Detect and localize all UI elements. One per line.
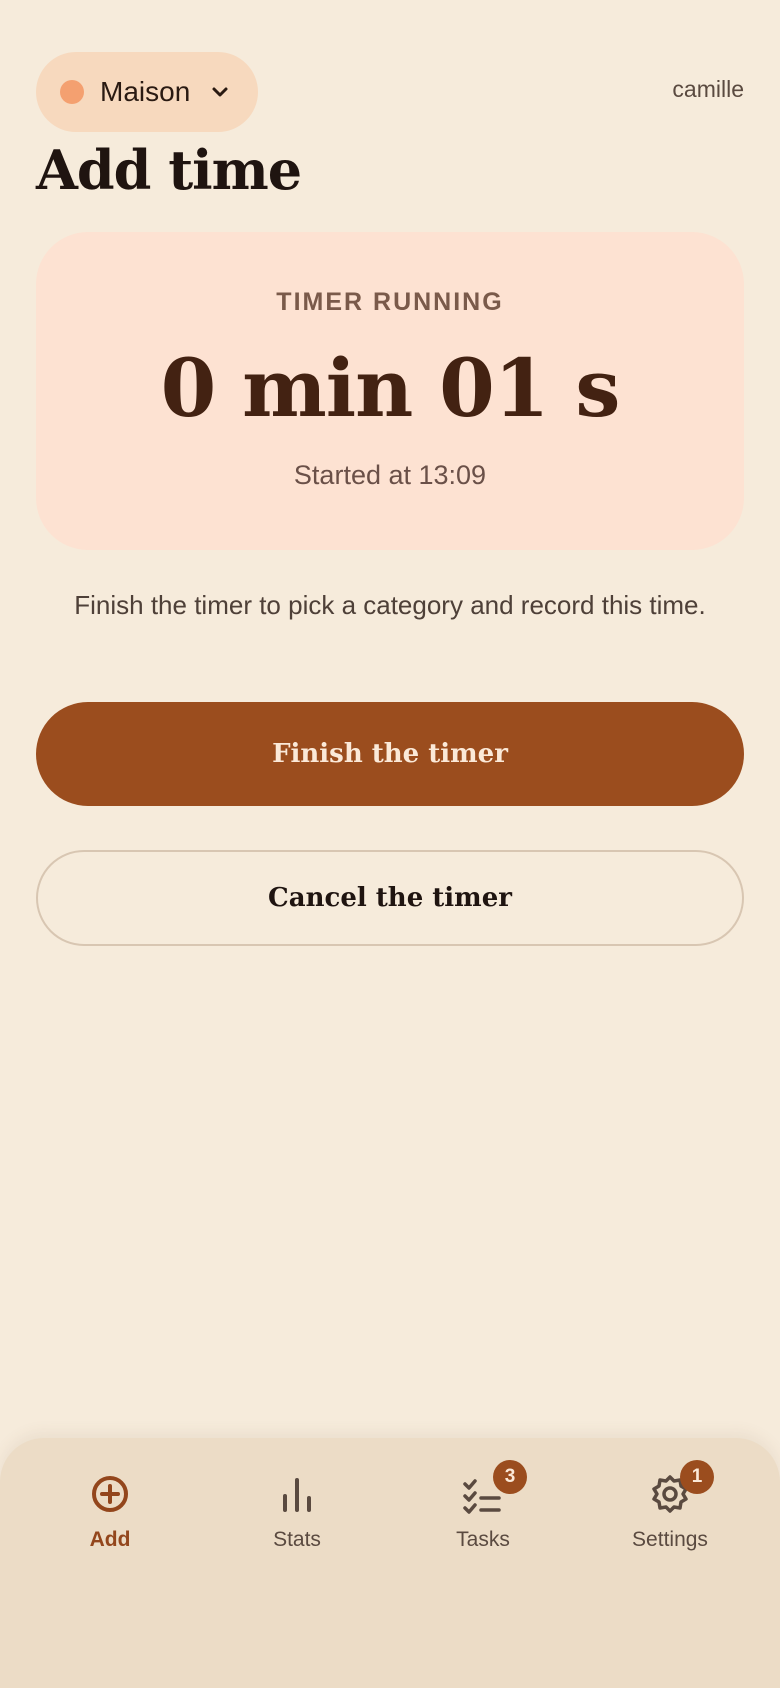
bar-chart-icon — [275, 1472, 319, 1516]
nav-label-settings: Settings — [632, 1528, 708, 1551]
household-name: Maison — [100, 76, 191, 107]
nav-item-stats[interactable]: Stats — [217, 1472, 377, 1552]
settings-badge: 1 — [680, 1460, 714, 1494]
username[interactable]: camille — [672, 76, 744, 103]
chevron-down-icon — [210, 85, 230, 99]
household-color-dot — [60, 80, 84, 104]
timer-start-time: Started at 13:09 — [293, 460, 487, 490]
app-screen: Maison camille Add time TIMER RUNNING 0 … — [0, 0, 780, 1688]
timer-elapsed: 0 min 01 s — [160, 341, 621, 435]
household-switcher[interactable]: Maison — [36, 52, 258, 132]
timer-status: TIMER RUNNING — [276, 288, 504, 316]
nav-item-add[interactable]: Add — [30, 1472, 190, 1552]
checklist-icon: 3 — [461, 1460, 527, 1516]
plus-circle-icon — [88, 1472, 132, 1516]
helper-text: Finish the timer to pick a category and … — [74, 590, 706, 620]
cancel-timer-button[interactable]: Cancel the timer — [36, 850, 744, 946]
timer-card: TIMER RUNNING 0 min 01 s Started at 13:0… — [36, 232, 744, 550]
tasks-badge: 3 — [493, 1460, 527, 1494]
page-title: Add time — [36, 138, 302, 202]
nav-label-add: Add — [89, 1528, 131, 1551]
finish-timer-button[interactable]: Finish the timer — [36, 702, 744, 806]
nav-label-tasks: Tasks — [456, 1528, 510, 1551]
nav-item-settings[interactable]: 1 Settings — [590, 1460, 750, 1552]
nav-item-tasks[interactable]: 3 Tasks — [403, 1460, 563, 1552]
gear-icon: 1 — [648, 1460, 714, 1516]
bottom-nav: Add Stats 3 Tasks 1 Settings — [0, 1438, 780, 1688]
nav-label-stats: Stats — [273, 1528, 321, 1551]
